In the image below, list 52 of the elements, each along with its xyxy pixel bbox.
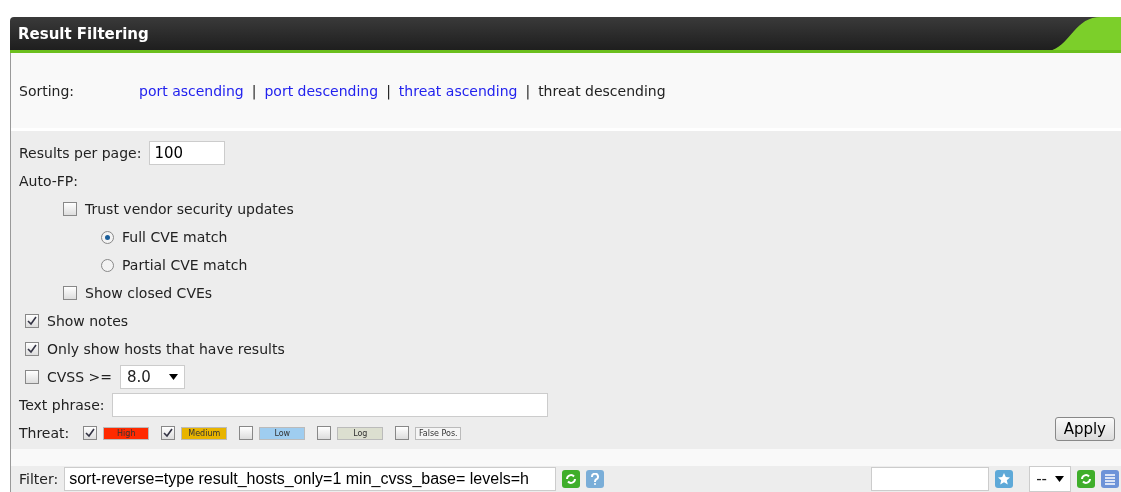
field-label: Filter: <box>19 471 59 487</box>
separator: | <box>251 82 257 99</box>
refresh-icon[interactable] <box>562 470 581 488</box>
star-icon[interactable] <box>995 470 1014 488</box>
threat-tag: High <box>103 426 150 440</box>
refresh-icon[interactable] <box>1077 470 1095 488</box>
field-label: Threat: <box>19 425 70 441</box>
sort-link[interactable]: threat descending <box>538 82 666 99</box>
checkbox-label: Trust vendor security updates <box>85 201 294 217</box>
separator: | <box>386 82 391 99</box>
caret-icon <box>1055 476 1064 482</box>
checkbox[interactable] <box>25 370 39 384</box>
sort-link[interactable]: port descending <box>264 82 379 99</box>
checkbox-label: Show notes <box>47 313 129 329</box>
field-label: Text phrase: <box>19 397 105 413</box>
radio-button[interactable] <box>101 258 114 272</box>
field-label: Auto-FP: <box>19 173 79 189</box>
checkbox-label: Only show hosts that have results <box>47 341 285 357</box>
sorting-label: Sorting: <box>19 82 76 99</box>
radio-label: Partial CVE match <box>122 257 248 273</box>
checkbox-label: Show closed CVEs <box>85 285 213 301</box>
sort-link[interactable]: threat ascending <box>398 82 518 99</box>
checkbox[interactable] <box>63 286 77 300</box>
cvss-select[interactable]: 8.0 <box>120 365 185 389</box>
panel-title: Result Filtering <box>18 24 149 43</box>
checkbox[interactable] <box>83 426 98 440</box>
checkbox[interactable] <box>317 426 332 440</box>
apply-button[interactable]: Apply <box>1054 417 1115 441</box>
checkbox[interactable] <box>25 314 39 328</box>
checkbox[interactable] <box>239 426 254 440</box>
field-label: Results per page: <box>19 145 142 161</box>
threat-tag: Medium <box>181 426 228 440</box>
radio-label: Full CVE match <box>122 229 228 245</box>
filter-select[interactable]: -- <box>1029 466 1071 492</box>
help-icon[interactable] <box>586 470 605 488</box>
threat-tag: False Pos. <box>415 426 462 440</box>
checkbox[interactable] <box>161 426 176 440</box>
checkbox-label: CVSS >= <box>47 369 113 385</box>
list-icon[interactable] <box>1101 470 1119 488</box>
filter-name-field[interactable] <box>871 467 990 491</box>
text-phrase-field[interactable] <box>112 393 549 417</box>
checkbox[interactable] <box>63 202 77 216</box>
threat-tag: Log <box>337 426 384 440</box>
sort-link[interactable]: port ascending <box>139 82 244 99</box>
separator: | <box>525 82 531 99</box>
checkbox[interactable] <box>395 426 410 440</box>
threat-tag: Low <box>259 426 306 440</box>
filter-field[interactable]: sort-reverse=type result_hosts_only=1 min_cvss_base= levels=h <box>64 467 557 491</box>
radio-button[interactable] <box>101 230 114 244</box>
results-per-page-field[interactable]: 100 <box>149 141 226 165</box>
checkbox[interactable] <box>25 342 39 356</box>
caret-icon <box>168 374 178 380</box>
